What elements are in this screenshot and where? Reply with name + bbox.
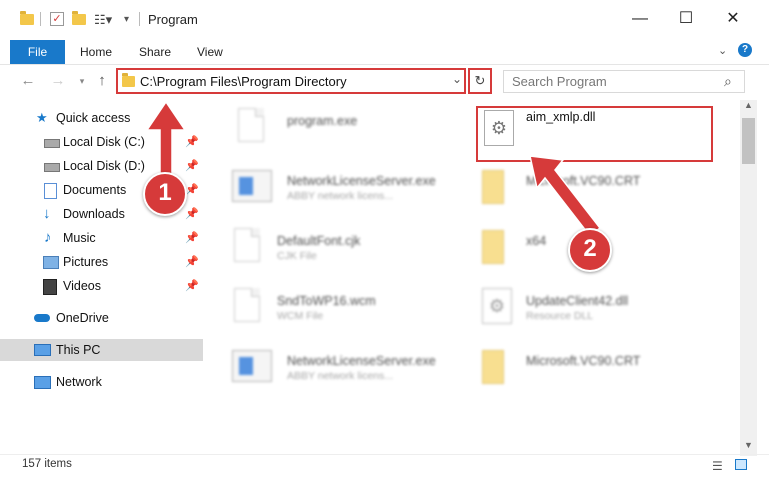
arrow-2 xyxy=(529,155,602,238)
scroll-up-icon[interactable]: ▲ xyxy=(744,100,753,110)
large-icons-view-icon[interactable] xyxy=(735,459,747,470)
annotation-arrows xyxy=(145,100,602,238)
step-badge-1: 1 xyxy=(143,172,187,216)
step-badge-2: 2 xyxy=(568,228,612,272)
divider xyxy=(0,454,769,455)
scrollbar-thumb[interactable] xyxy=(742,118,755,164)
details-view-icon[interactable]: ☰ xyxy=(712,459,723,473)
status-item-count: 157 items xyxy=(22,458,72,470)
scroll-down-icon[interactable]: ▼ xyxy=(744,440,753,450)
